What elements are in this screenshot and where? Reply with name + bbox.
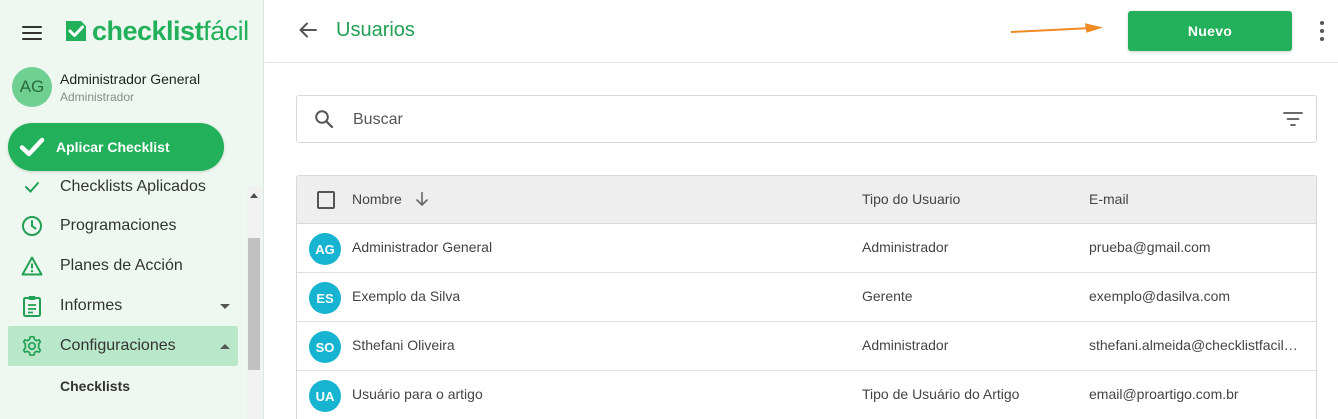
check-icon xyxy=(20,178,44,199)
column-header-email[interactable]: E-mail xyxy=(1089,191,1129,207)
page-title: Usuarios xyxy=(336,19,415,41)
table-row[interactable]: SO Sthefani Oliveira Administrador sthef… xyxy=(297,322,1316,371)
top-bar: Usuarios Nuevo xyxy=(265,0,1338,63)
new-button[interactable]: Nuevo xyxy=(1128,11,1292,51)
select-all-checkbox[interactable] xyxy=(317,191,335,209)
search-input[interactable] xyxy=(353,106,1253,134)
sidebar-item-label: Programaciones xyxy=(60,217,177,234)
user-avatar: SO xyxy=(309,331,341,363)
logo-check-icon xyxy=(66,21,86,41)
warning-icon xyxy=(20,254,44,278)
sidebar-item-programaciones[interactable]: Programaciones xyxy=(8,206,238,246)
sidebar-nav: Checklists Aplicados Programaciones Plan… xyxy=(0,178,263,419)
user-email-cell: exemplo@dasilva.com xyxy=(1089,288,1231,304)
sidebar-subitem-checklists[interactable]: Checklists xyxy=(60,378,130,394)
sort-down-icon[interactable] xyxy=(415,191,429,207)
column-header-tipo[interactable]: Tipo do Usuario xyxy=(862,191,960,207)
table-row[interactable]: AG Administrador General Administrador p… xyxy=(297,224,1316,273)
user-email-cell: prueba@gmail.com xyxy=(1089,239,1211,255)
sidebar-item-label: Planes de Acción xyxy=(60,257,183,274)
table-row[interactable]: UA Usuário para o artigo Tipo de Usuário… xyxy=(297,371,1316,419)
sidebar-item-label: Checklists Aplicados xyxy=(60,178,206,195)
user-avatar: AG xyxy=(309,233,341,265)
search-icon xyxy=(315,110,334,129)
scroll-up-icon[interactable] xyxy=(247,188,261,202)
filter-icon[interactable] xyxy=(1283,111,1303,127)
user-email-cell: sthefani.almeida@checklistfacil.com xyxy=(1089,337,1301,353)
user-type-cell: Tipo de Usuário do Artigo xyxy=(862,386,1020,402)
search-bar xyxy=(296,95,1317,143)
user-avatar: UA xyxy=(309,380,341,412)
column-header-nombre[interactable]: Nombre xyxy=(352,191,402,207)
user-email-cell: email@proartigo.com.br xyxy=(1089,386,1239,402)
user-type-cell: Gerente xyxy=(862,288,913,304)
chevron-up-icon xyxy=(220,343,230,349)
user-avatar: ES xyxy=(309,282,341,314)
avatar[interactable]: AG xyxy=(12,67,52,107)
menu-icon[interactable] xyxy=(22,26,42,40)
sidebar-item-label: Informes xyxy=(60,297,123,314)
logo[interactable]: checklistfácil xyxy=(63,14,249,48)
sidebar-item-planes-de-accion[interactable]: Planes de Acción xyxy=(8,246,238,286)
more-options-icon[interactable] xyxy=(1315,21,1329,41)
user-name-cell: Usuário para o artigo xyxy=(352,386,483,402)
clipboard-icon xyxy=(20,294,44,318)
user-name-cell: Sthefani Oliveira xyxy=(352,337,455,353)
sidebar-item-informes[interactable]: Informes xyxy=(8,286,238,326)
sidebar-item-label: Configuraciones xyxy=(60,337,176,354)
user-type-cell: Administrador xyxy=(862,239,949,255)
chevron-down-icon xyxy=(220,303,230,309)
sidebar-item-configuraciones[interactable]: Configuraciones xyxy=(8,326,238,366)
check-icon xyxy=(19,137,45,157)
logo-text: checklistfácil xyxy=(92,15,249,46)
user-role: Administrador xyxy=(60,90,135,104)
logo-text-thin: fácil xyxy=(203,15,249,46)
table-header: Nombre Tipo do Usuario E-mail xyxy=(297,176,1316,224)
logo-text-bold: checklist xyxy=(92,15,204,46)
back-arrow-icon[interactable] xyxy=(298,20,318,40)
sidebar: checklistfácil AG Administrador General … xyxy=(0,0,264,419)
apply-checklist-button[interactable]: Aplicar Checklist xyxy=(8,123,224,171)
apply-checklist-label: Aplicar Checklist xyxy=(56,139,170,155)
user-type-cell: Administrador xyxy=(862,337,949,353)
user-name-cell: Exemplo da Silva xyxy=(352,288,461,304)
user-name: Administrador General xyxy=(60,71,201,87)
users-table: Nombre Tipo do Usuario E-mail AG Adminis… xyxy=(296,175,1317,419)
sidebar-item-checklists-aplicados[interactable]: Checklists Aplicados xyxy=(8,178,238,207)
scrollbar-thumb[interactable] xyxy=(248,238,260,370)
gear-icon xyxy=(20,334,44,358)
user-name-cell: Administrador General xyxy=(352,239,493,255)
table-row[interactable]: ES Exemplo da Silva Gerente exemplo@dasi… xyxy=(297,273,1316,322)
annotation-arrow-icon xyxy=(1011,23,1103,33)
clock-icon xyxy=(20,214,44,238)
